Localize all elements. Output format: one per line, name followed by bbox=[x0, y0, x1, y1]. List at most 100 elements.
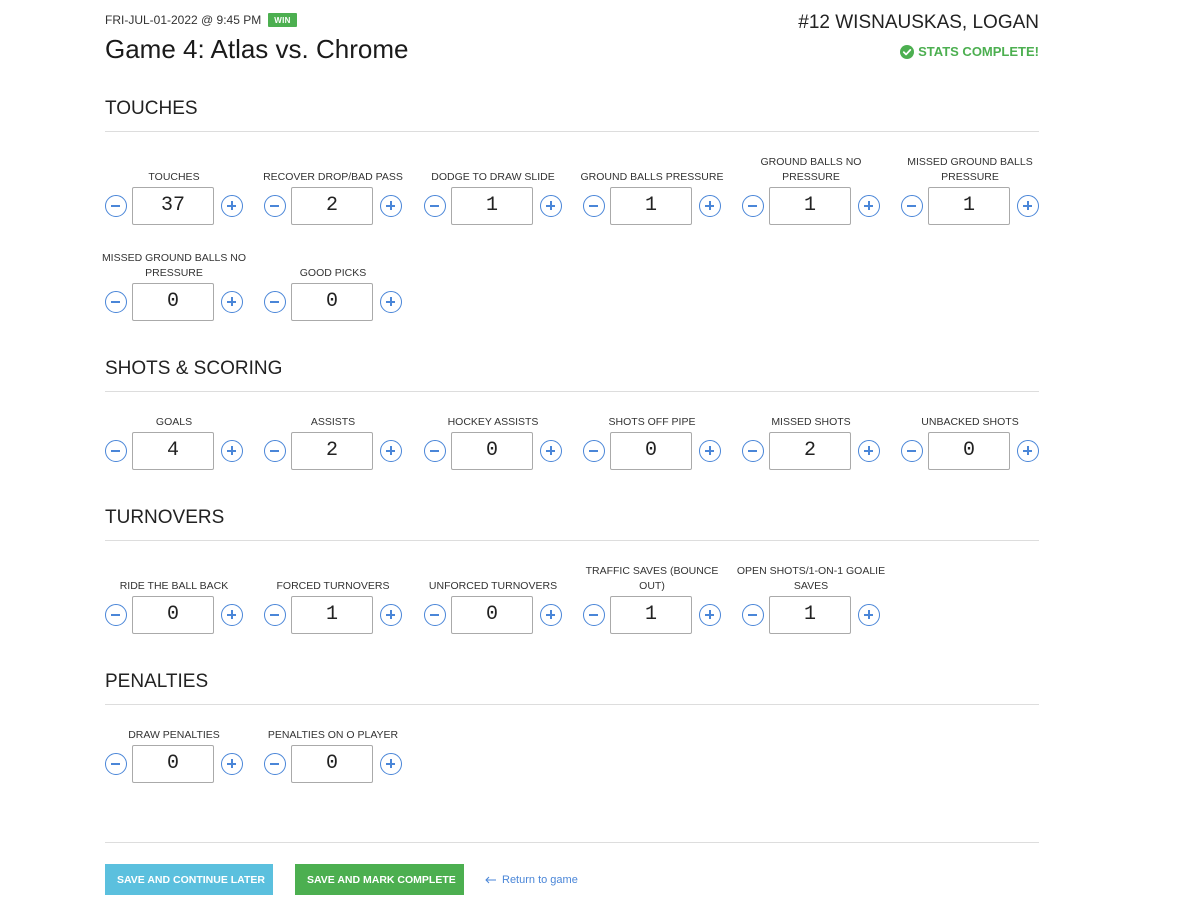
minus-circle-icon[interactable] bbox=[583, 195, 605, 217]
minus-circle-icon[interactable] bbox=[424, 440, 446, 462]
stat-unforced-turnovers: UNFORCED TURNOVERS 0 bbox=[424, 554, 562, 640]
plus-circle-icon[interactable] bbox=[858, 604, 880, 626]
section-title: PENALTIES bbox=[105, 671, 1039, 705]
plus-circle-icon[interactable] bbox=[380, 195, 402, 217]
stat-stepper: 2 bbox=[264, 187, 402, 225]
minus-circle-icon[interactable] bbox=[583, 604, 605, 626]
stat-value-input[interactable]: 1 bbox=[769, 187, 851, 225]
stat-value-input[interactable]: 4 bbox=[132, 432, 214, 470]
stat-value-input[interactable]: 1 bbox=[928, 187, 1010, 225]
minus-circle-icon[interactable] bbox=[105, 604, 127, 626]
plus-circle-icon[interactable] bbox=[380, 604, 402, 626]
plus-circle-icon[interactable] bbox=[221, 604, 243, 626]
minus-circle-icon[interactable] bbox=[742, 195, 764, 217]
plus-circle-icon[interactable] bbox=[699, 195, 721, 217]
plus-circle-icon[interactable] bbox=[540, 440, 562, 462]
stat-value-input[interactable]: 1 bbox=[291, 596, 373, 634]
stat-stepper: 4 bbox=[105, 432, 243, 470]
plus-circle-icon[interactable] bbox=[858, 440, 880, 462]
stat-value-input[interactable]: 2 bbox=[291, 187, 373, 225]
plus-circle-icon[interactable] bbox=[540, 604, 562, 626]
stat-value-input[interactable]: 0 bbox=[291, 745, 373, 783]
stat-stepper: 1 bbox=[742, 187, 880, 225]
plus-circle-icon[interactable] bbox=[221, 195, 243, 217]
minus-circle-icon[interactable] bbox=[901, 440, 923, 462]
stat-label: MISSED SHOTS bbox=[771, 416, 851, 428]
stat-value-input[interactable]: 1 bbox=[610, 187, 692, 225]
plus-circle-icon[interactable] bbox=[540, 195, 562, 217]
stat-label: FORCED TURNOVERS bbox=[276, 580, 390, 592]
minus-circle-icon[interactable] bbox=[264, 440, 286, 462]
plus-circle-icon[interactable] bbox=[380, 753, 402, 775]
stat-value-input[interactable]: 0 bbox=[928, 432, 1010, 470]
plus-circle-icon[interactable] bbox=[1017, 195, 1039, 217]
return-to-game-link[interactable]: Return to game bbox=[485, 874, 578, 886]
stat-value-input[interactable]: 37 bbox=[132, 187, 214, 225]
stat-value-input[interactable]: 0 bbox=[451, 432, 533, 470]
stat-label: MISSED GROUND BALLS PRESSURE bbox=[907, 156, 1033, 183]
stat-value-input[interactable]: 0 bbox=[132, 596, 214, 634]
stat-label: OPEN SHOTS/1-ON-1 GOALIE SAVES bbox=[736, 565, 886, 592]
game-datetime: FRI-JUL-01-2022 @ 9:45 PM bbox=[105, 13, 262, 27]
stat-stepper: 0 bbox=[583, 432, 721, 470]
footer-divider bbox=[105, 842, 1039, 843]
stat-goals: GOALS 4 bbox=[105, 390, 243, 476]
section-penalties: PENALTIES DRAW PENALTIES 0 PENALTIES ON O P… bbox=[105, 671, 1039, 783]
stat-missed-shots: MISSED SHOTS 2 bbox=[742, 390, 880, 476]
stat-shots-off-pipe: SHOTS OFF PIPE 0 bbox=[583, 390, 721, 476]
stat-stepper: 2 bbox=[264, 432, 402, 470]
plus-circle-icon[interactable] bbox=[380, 440, 402, 462]
stat-value-input[interactable]: 0 bbox=[610, 432, 692, 470]
stat-stepper: 0 bbox=[264, 745, 402, 783]
stat-label: UNBACKED SHOTS bbox=[921, 416, 1019, 428]
minus-circle-icon[interactable] bbox=[901, 195, 923, 217]
minus-circle-icon[interactable] bbox=[264, 604, 286, 626]
minus-circle-icon[interactable] bbox=[264, 195, 286, 217]
plus-circle-icon[interactable] bbox=[221, 291, 243, 313]
game-header: FRI-JUL-01-2022 @ 9:45 PM WIN Game 4: At… bbox=[105, 0, 1039, 100]
minus-circle-icon[interactable] bbox=[264, 753, 286, 775]
plus-circle-icon[interactable] bbox=[1017, 440, 1039, 462]
stat-open-shots-1-on-1-goalie-saves: OPEN SHOTS/1-ON-1 GOALIE SAVES 1 bbox=[737, 554, 885, 640]
stat-label: MISSED GROUND BALLS NO PRESSURE bbox=[101, 252, 247, 279]
save-and-mark-complete-button[interactable]: SAVE AND MARK COMPLETE bbox=[295, 864, 464, 895]
stat-recover-drop-bad-pass: RECOVER DROP/BAD PASS 2 bbox=[263, 145, 403, 231]
stat-value-input[interactable]: 2 bbox=[769, 432, 851, 470]
plus-circle-icon[interactable] bbox=[221, 440, 243, 462]
minus-circle-icon[interactable] bbox=[742, 604, 764, 626]
stat-value-input[interactable]: 0 bbox=[132, 745, 214, 783]
stat-value-input[interactable]: 1 bbox=[610, 596, 692, 634]
minus-circle-icon[interactable] bbox=[424, 195, 446, 217]
plus-circle-icon[interactable] bbox=[380, 291, 402, 313]
save-and-continue-later-button[interactable]: SAVE AND CONTINUE LATER bbox=[105, 864, 273, 895]
stat-stepper: 37 bbox=[105, 187, 243, 225]
plus-circle-icon[interactable] bbox=[699, 440, 721, 462]
form-actions: SAVE AND CONTINUE LATER SAVE AND MARK CO… bbox=[105, 864, 578, 895]
stat-missed-ground-balls-no-pressure: MISSED GROUND BALLS NO PRESSURE 0 bbox=[102, 241, 246, 327]
minus-circle-icon[interactable] bbox=[742, 440, 764, 462]
minus-circle-icon[interactable] bbox=[105, 753, 127, 775]
stat-value-input[interactable]: 0 bbox=[132, 283, 214, 321]
plus-circle-icon[interactable] bbox=[221, 753, 243, 775]
stat-value-input[interactable]: 0 bbox=[451, 596, 533, 634]
stat-ground-balls-pressure: GROUND BALLS PRESSURE 1 bbox=[581, 145, 723, 231]
stat-value-input[interactable]: 1 bbox=[451, 187, 533, 225]
minus-circle-icon[interactable] bbox=[105, 440, 127, 462]
stat-label: GROUND BALLS NO PRESSURE bbox=[760, 156, 862, 183]
stat-draw-penalties: DRAW PENALTIES 0 bbox=[105, 703, 243, 789]
stat-value-input[interactable]: 0 bbox=[291, 283, 373, 321]
plus-circle-icon[interactable] bbox=[858, 195, 880, 217]
stat-value-input[interactable]: 2 bbox=[291, 432, 373, 470]
stats-entry-page: FRI-JUL-01-2022 @ 9:45 PM WIN Game 4: At… bbox=[102, 0, 1039, 895]
minus-circle-icon[interactable] bbox=[583, 440, 605, 462]
minus-circle-icon[interactable] bbox=[424, 604, 446, 626]
minus-circle-icon[interactable] bbox=[105, 195, 127, 217]
minus-circle-icon[interactable] bbox=[264, 291, 286, 313]
stat-ride-the-ball-back: RIDE THE BALL BACK 0 bbox=[105, 554, 243, 640]
stats-status-text: STATS COMPLETE! bbox=[918, 44, 1039, 59]
stat-stepper: 0 bbox=[901, 432, 1039, 470]
plus-circle-icon[interactable] bbox=[699, 604, 721, 626]
minus-circle-icon[interactable] bbox=[105, 291, 127, 313]
stat-value-input[interactable]: 1 bbox=[769, 596, 851, 634]
stat-stepper: 1 bbox=[583, 596, 721, 634]
